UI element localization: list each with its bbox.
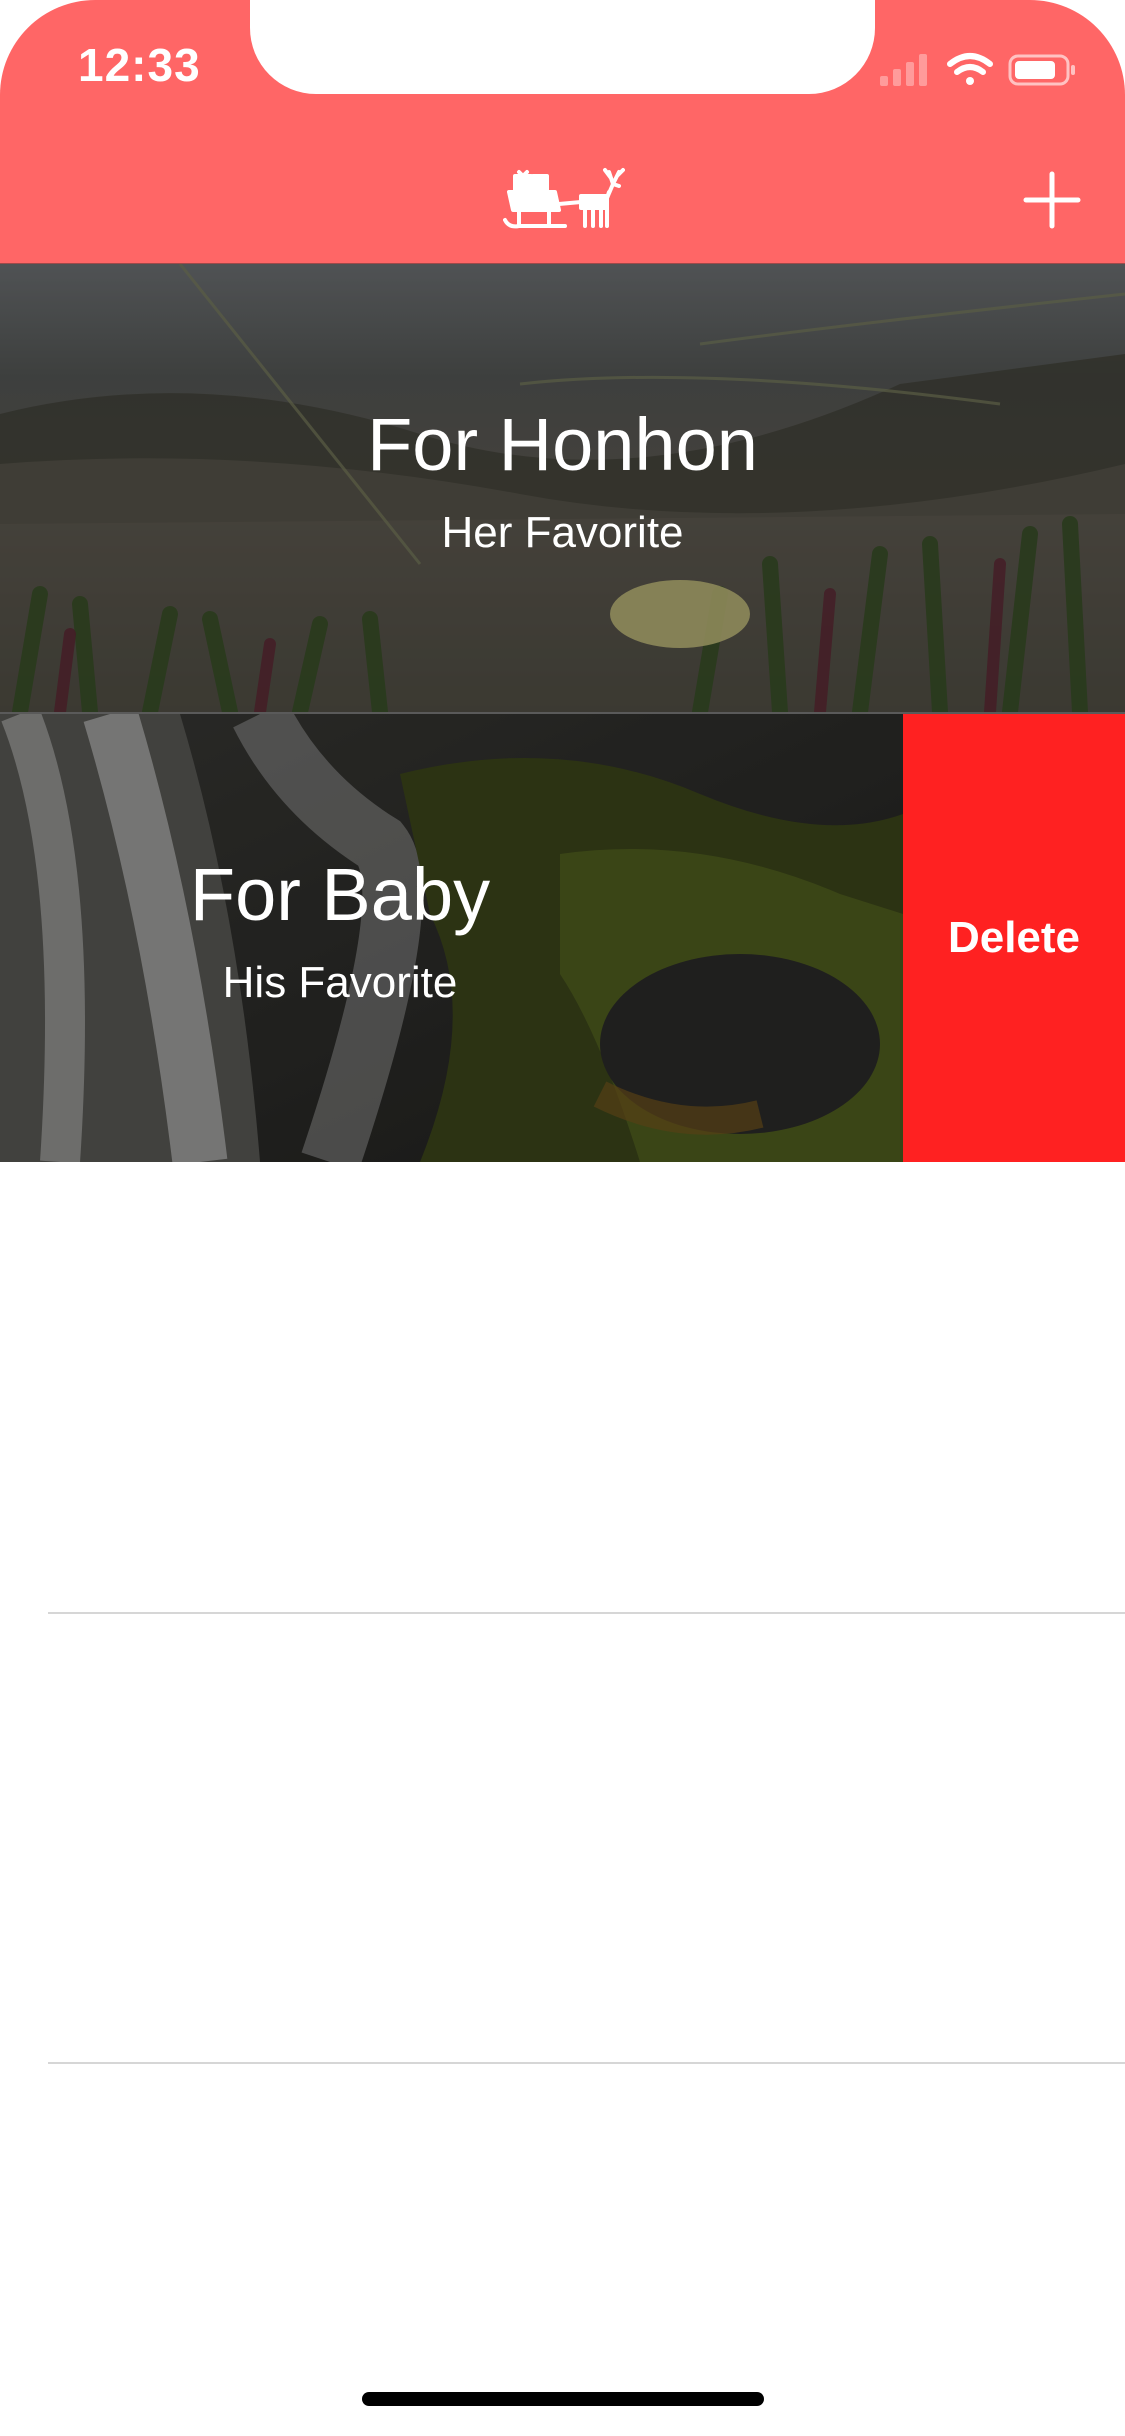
row-separator [48, 1612, 1125, 1614]
item-subtitle: His Favorite [222, 958, 458, 1007]
device-notch [250, 0, 875, 94]
sleigh-reindeer-icon [503, 168, 625, 229]
row-separator [48, 2062, 1125, 2064]
list-item-for-honhon[interactable]: For Honhon Her Favorite [0, 264, 1125, 712]
cellular-signal-icon [880, 54, 927, 86]
item-title: For Baby [189, 853, 491, 936]
plus-icon[interactable] [1020, 168, 1084, 232]
battery-icon [1008, 54, 1075, 86]
status-time: 12:33 [78, 39, 201, 91]
navigation-bar: 12:33 [0, 0, 1125, 264]
list-item-for-baby[interactable]: For Baby His Favorite Delete [0, 714, 1125, 1162]
beach-dune-flower-image [0, 264, 1125, 712]
wifi-icon [947, 53, 993, 85]
item-subtitle: Her Favorite [441, 508, 684, 557]
delete-button[interactable]: Delete [903, 714, 1125, 1162]
item-title: For Honhon [367, 403, 758, 486]
status-icons [880, 53, 1075, 86]
waterfall-mossy-rock-image [0, 714, 903, 1162]
home-indicator[interactable] [362, 2392, 764, 2406]
list-item-content[interactable]: For Baby His Favorite [0, 714, 903, 1162]
